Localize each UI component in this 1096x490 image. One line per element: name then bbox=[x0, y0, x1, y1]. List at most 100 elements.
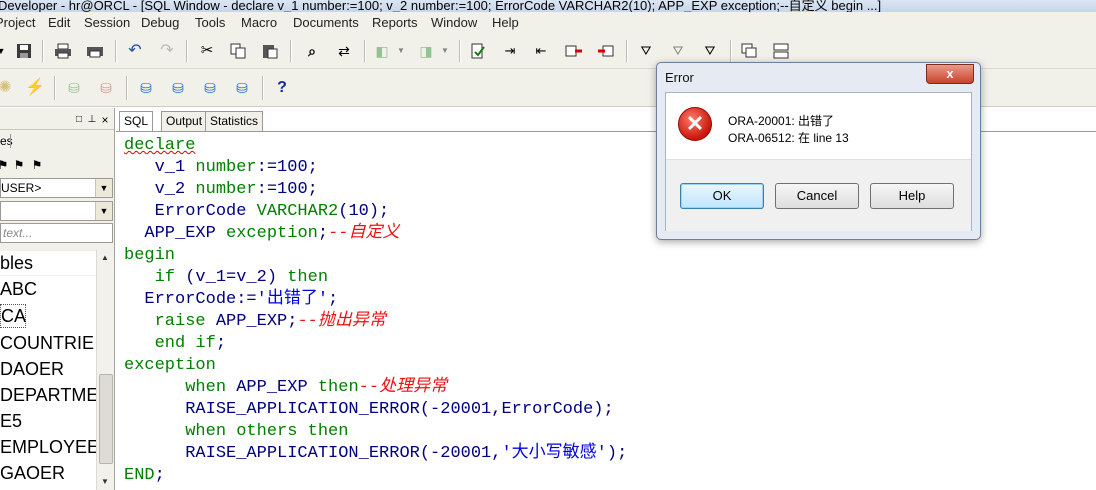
execute-icon[interactable] bbox=[469, 42, 487, 60]
code-line[interactable]: v_2 number:=100; bbox=[124, 179, 627, 201]
list-item[interactable]: DAOER bbox=[0, 356, 96, 382]
list-item[interactable]: DEPARTMEI bbox=[0, 382, 96, 408]
code-line[interactable]: when others then bbox=[124, 421, 627, 443]
code-token: then bbox=[287, 268, 329, 287]
save-icon[interactable] bbox=[15, 42, 33, 60]
edit-filter-icon[interactable]: ⚑ bbox=[28, 156, 46, 174]
code-token: '大小写敏感' bbox=[501, 444, 607, 463]
db-icon[interactable]: ⛁ bbox=[201, 79, 219, 97]
selected-list-item[interactable]: CA bbox=[0, 304, 26, 328]
object-type-combo[interactable]: ▼ bbox=[0, 201, 113, 221]
scroll-up-icon[interactable]: ▲ bbox=[97, 250, 113, 266]
code-line[interactable]: APP_EXP exception;--自定义 bbox=[124, 223, 627, 245]
scroll-thumb[interactable] bbox=[99, 374, 113, 464]
menu-help[interactable]: Help bbox=[492, 15, 519, 30]
explain-icon[interactable]: ⛁ bbox=[233, 79, 251, 97]
code-line[interactable]: begin bbox=[124, 245, 627, 267]
divider bbox=[0, 129, 114, 130]
code-token: :=100; bbox=[256, 158, 318, 177]
menu-session[interactable]: Session bbox=[84, 15, 130, 30]
code-line[interactable]: end if; bbox=[124, 333, 627, 355]
menu-tools[interactable]: Tools bbox=[195, 15, 225, 30]
copy-icon[interactable] bbox=[229, 42, 247, 60]
db-icon[interactable]: ⛁ bbox=[169, 79, 187, 97]
replace-icon[interactable]: ⇄ bbox=[335, 42, 353, 60]
code-line[interactable]: ErrorCode:='出错了'; bbox=[124, 289, 627, 311]
tile-icon[interactable] bbox=[772, 42, 790, 60]
code-line[interactable]: exception bbox=[124, 355, 627, 377]
help-button[interactable]: Help bbox=[870, 183, 954, 209]
add-filter-icon[interactable]: ⚑ bbox=[10, 156, 28, 174]
code-token: END bbox=[124, 466, 155, 485]
code-token: exception bbox=[124, 356, 216, 375]
dropdown-arrow-icon[interactable]: ▼ bbox=[392, 42, 410, 60]
sql-icon[interactable]: ⛁ bbox=[137, 79, 155, 97]
nav-back-icon[interactable]: ◧ bbox=[373, 42, 391, 60]
tab-sql[interactable]: SQL bbox=[119, 111, 154, 132]
uncomment-icon[interactable]: ⛛ bbox=[669, 42, 687, 60]
vertical-scrollbar[interactable]: ▲ ▼ bbox=[96, 250, 113, 490]
undo-icon[interactable]: ↶ bbox=[126, 42, 144, 60]
toolbar-separator bbox=[54, 76, 56, 100]
help-icon[interactable]: ? bbox=[273, 79, 291, 97]
menu-edit[interactable]: Edit bbox=[48, 15, 70, 30]
tables-node[interactable]: bles bbox=[0, 251, 96, 275]
code-line[interactable]: if (v_1=v_2) then bbox=[124, 267, 627, 289]
settings-icon[interactable]: ✺ bbox=[0, 79, 14, 97]
comment-icon[interactable]: ⛛ bbox=[701, 42, 719, 60]
code-area[interactable]: declare v_1 number:=100; v_2 number:=100… bbox=[124, 135, 627, 487]
tab-output[interactable]: Output bbox=[161, 111, 208, 131]
code-token: number bbox=[195, 180, 257, 199]
commit-icon[interactable]: ⛁ bbox=[65, 79, 83, 97]
unindent-icon[interactable]: ⇤ bbox=[532, 42, 550, 60]
list-item[interactable]: ABC bbox=[0, 276, 96, 302]
code-line[interactable]: RAISE_APPLICATION_ERROR(-20001,ErrorCode… bbox=[124, 399, 627, 421]
close-button[interactable]: x bbox=[926, 64, 974, 84]
menu-reports[interactable]: Reports bbox=[372, 15, 418, 30]
tab-statistics[interactable]: Statistics bbox=[205, 111, 264, 131]
nav-forward-icon[interactable]: ◨ bbox=[417, 42, 435, 60]
user-combo[interactable]: USER> ▼ bbox=[0, 178, 113, 198]
toolbar-separator bbox=[730, 40, 732, 62]
print-icon[interactable] bbox=[54, 42, 72, 60]
dropdown-arrow-icon[interactable]: ▼ bbox=[0, 42, 10, 60]
code-line[interactable]: ErrorCode VARCHAR2(10); bbox=[124, 201, 627, 223]
cut-icon[interactable]: ✂ bbox=[198, 42, 216, 60]
list-item[interactable]: GAOER bbox=[0, 460, 96, 486]
list-item[interactable]: E5 bbox=[0, 408, 96, 434]
code-line[interactable]: when APP_EXP then--处理异常 bbox=[124, 377, 627, 399]
indent-icon[interactable]: ⇥ bbox=[501, 42, 519, 60]
code-line[interactable]: declare bbox=[124, 135, 627, 157]
menu-debug[interactable]: Debug bbox=[141, 15, 179, 30]
uppercase-icon[interactable] bbox=[565, 42, 583, 60]
chevron-down-icon: ▼ bbox=[95, 202, 112, 220]
close-icon[interactable]: × bbox=[96, 111, 114, 129]
break-icon[interactable]: ⚡ bbox=[25, 79, 45, 97]
list-item[interactable]: EMPLOYEE bbox=[0, 434, 96, 460]
menu-documents[interactable]: Documents bbox=[293, 15, 359, 30]
code-line[interactable]: RAISE_APPLICATION_ERROR(-20001,'大小写敏感'); bbox=[124, 443, 627, 465]
dropdown-arrow-icon[interactable]: ▼ bbox=[436, 42, 454, 60]
code-line[interactable]: END; bbox=[124, 465, 627, 487]
list-item[interactable]: CA bbox=[0, 304, 96, 330]
code-line[interactable]: raise APP_EXP;--抛出异常 bbox=[124, 311, 627, 333]
paste-icon[interactable] bbox=[261, 42, 279, 60]
lowercase-icon[interactable] bbox=[597, 42, 615, 60]
rollback-icon[interactable]: ⛁ bbox=[97, 79, 115, 97]
scroll-down-icon[interactable]: ▼ bbox=[97, 474, 113, 490]
find-icon[interactable]: ⌕ bbox=[303, 42, 321, 60]
menu-macro[interactable]: Macro bbox=[241, 15, 277, 30]
redo-icon[interactable]: ↷ bbox=[158, 42, 176, 60]
ok-button[interactable]: OK bbox=[680, 183, 764, 209]
search-input[interactable]: text... bbox=[0, 223, 113, 243]
menu-project[interactable]: Project bbox=[0, 15, 35, 30]
list-item[interactable]: COUNTRIE bbox=[0, 330, 96, 356]
code-line[interactable]: v_1 number:=100; bbox=[124, 157, 627, 179]
window-list-icon[interactable] bbox=[740, 42, 758, 60]
comment-icon[interactable]: ⛛ bbox=[637, 42, 655, 60]
menu-window[interactable]: Window bbox=[431, 15, 477, 30]
print-preview-icon[interactable] bbox=[86, 42, 104, 60]
cancel-button[interactable]: Cancel bbox=[775, 183, 859, 209]
menu-bar: Project Edit Session Debug Tools Macro D… bbox=[0, 12, 1096, 35]
code-token: when bbox=[185, 378, 227, 397]
